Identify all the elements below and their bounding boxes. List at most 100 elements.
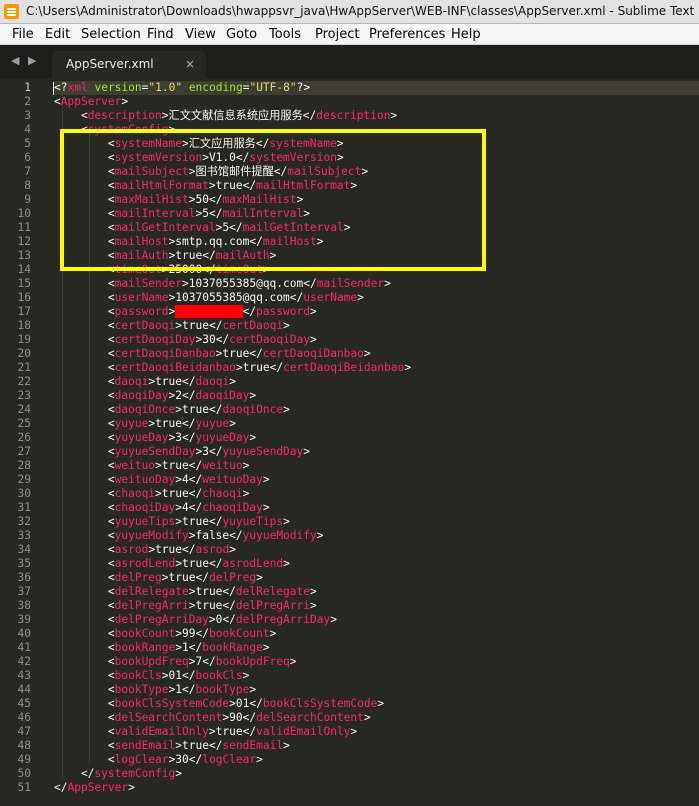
code-line[interactable]: 43 <bookCls>01</bookCls> <box>0 669 699 683</box>
code-line[interactable]: 38 <delPregArri>true</delPregArri> <box>0 599 699 613</box>
xml-tag-name: logClear <box>202 753 257 766</box>
xml-tag-name: daoqi <box>114 375 149 388</box>
xml-tag-name: certDaoqiDanbao <box>262 347 364 360</box>
code-line[interactable]: 16 <userName>1037055385@qq.com</userName… <box>0 291 699 305</box>
xml-tag-name: weituoDay <box>202 473 263 486</box>
xml-punctuation: </ <box>302 109 317 122</box>
line-number: 32 <box>17 515 31 528</box>
code-line[interactable]: 25 <yuyue>true</yuyue> <box>0 417 699 431</box>
code-text: <yuyueModify>false</yuyueModify> <box>54 529 699 543</box>
xml-tag-name: chaoqi <box>114 487 156 500</box>
code-line[interactable]: 39 <delPregArriDay>0</delPregArriDay> <box>0 613 699 627</box>
code-line[interactable]: 46 <delSearchContent>90</delSearchConten… <box>0 711 699 725</box>
xml-punctuation: > <box>175 557 182 570</box>
code-line[interactable]: 30 <chaoqi>true</chaoqi> <box>0 487 699 501</box>
line-number: 15 <box>17 277 31 290</box>
line-number: 2 <box>24 95 31 108</box>
code-line[interactable]: 50 </systemConfig> <box>0 767 699 781</box>
xml-tag-name: bookCount <box>114 627 176 640</box>
menu-project[interactable]: Project <box>315 27 359 42</box>
xml-punctuation: < <box>54 613 115 626</box>
line-number: 3 <box>24 109 31 122</box>
menu-file[interactable]: File <box>12 27 34 42</box>
xml-punctuation: </ <box>289 291 304 304</box>
menu-edit[interactable]: Edit <box>45 27 70 42</box>
tab-appserver-xml[interactable]: AppServer.xml × <box>52 51 206 78</box>
xml-text-value: true <box>182 403 209 416</box>
code-line[interactable]: 35 <asrodLend>true</asrodLend> <box>0 557 699 571</box>
code-text: <bookCls>01</bookCls> <box>54 669 699 683</box>
line-number: 45 <box>17 697 31 710</box>
xml-punctuation: < <box>54 277 115 290</box>
code-line[interactable]: 36 <delPreg>true</delPreg> <box>0 571 699 585</box>
code-line[interactable]: 31 <chaoqiDay>4</chaoqiDay> <box>0 501 699 515</box>
code-line[interactable]: 2 <AppServer> <box>0 95 699 109</box>
xml-punctuation: > <box>229 417 236 430</box>
xml-punctuation: </ <box>249 347 263 360</box>
xml-punctuation: > <box>208 725 216 738</box>
code-line[interactable]: 19 <certDaoqiDay>30</certDaoqiDay> <box>0 333 699 347</box>
code-line[interactable]: 29 <weituoDay>4</weituoDay> <box>0 473 699 487</box>
code-line[interactable]: 40 <bookCount>99</bookCount> <box>0 627 699 641</box>
line-number: 40 <box>17 627 31 640</box>
code-line[interactable]: 34 <asrod>true</asrod> <box>0 543 699 557</box>
left-arrow-icon[interactable]: ◀ <box>11 54 19 67</box>
xml-punctuation: > <box>262 473 270 486</box>
menu-selection[interactable]: Selection <box>81 27 141 42</box>
xml-punctuation: > <box>175 319 182 332</box>
code-line[interactable]: 32 <yuyueTips>true</yuyueTips> <box>0 515 699 529</box>
xml-text-value: true <box>161 487 189 500</box>
code-text: <userName>1037055385@qq.com</userName> <box>54 291 699 305</box>
menu-help[interactable]: Help <box>451 27 481 42</box>
code-line[interactable]: 51 </AppServer> <box>0 781 699 795</box>
code-line[interactable]: 23 <daoqiDay>2</daoqiDay> <box>0 389 699 403</box>
xml-punctuation: > <box>175 403 182 416</box>
right-arrow-icon[interactable]: ▶ <box>28 54 36 67</box>
line-number: 42 <box>17 655 31 668</box>
xml-text-value: 99 <box>182 627 196 640</box>
code-line[interactable]: 33 <yuyueModify>false</yuyueModify> <box>0 529 699 543</box>
xml-punctuation: </ <box>182 683 196 696</box>
code-line[interactable]: 21 <certDaoqiBeidanbao>true</certDaoqiBe… <box>0 361 699 375</box>
xml-punctuation: > <box>249 389 257 402</box>
line-number: 31 <box>17 501 31 514</box>
code-line[interactable]: 1 <?xml version="1.0" encoding="UTF-8"?> <box>0 81 699 95</box>
line-number: 13 <box>17 249 31 262</box>
menu-goto[interactable]: Goto <box>226 27 257 42</box>
xml-punctuation: </ <box>269 361 284 374</box>
code-line[interactable]: 45 <bookClsSystemCode>01</bookClsSystemC… <box>0 697 699 711</box>
line-number: 39 <box>17 613 31 626</box>
code-line[interactable]: 44 <bookType>1</bookType> <box>0 683 699 697</box>
code-line[interactable]: 42 <bookUpdFreq>7</bookUpdFreq> <box>0 655 699 669</box>
close-icon[interactable]: × <box>185 57 195 71</box>
menu-preferences[interactable]: Preferences <box>369 27 445 42</box>
xml-punctuation: < <box>54 641 115 654</box>
code-line[interactable]: 47 <validEmailOnly>true</validEmailOnly> <box>0 725 699 739</box>
xml-punctuation: > <box>155 487 162 500</box>
xml-text-value: true <box>182 739 209 752</box>
xml-tag-name: yuyue <box>195 417 230 430</box>
code-line[interactable]: 17 <password> </password> <box>0 305 699 319</box>
code-line[interactable]: 24 <daoqiOnce>true</daoqiOnce> <box>0 403 699 417</box>
code-line[interactable]: 41 <bookRange>1</bookRange> <box>0 641 699 655</box>
code-line[interactable]: 28 <weituo>true</weituo> <box>0 459 699 473</box>
code-text: <mailSender>1037055385@qq.com</mailSende… <box>54 277 699 291</box>
xml-punctuation: < <box>54 571 115 584</box>
code-line[interactable]: 27 <yuyueSendDay>3</yuyueSendDay> <box>0 445 699 459</box>
code-line[interactable]: 48 <sendEmail>true</sendEmail> <box>0 739 699 753</box>
code-line[interactable]: 49 <logClear>30</logClear> <box>0 753 699 767</box>
menu-tools[interactable]: Tools <box>269 27 301 42</box>
xml-text-value: true <box>168 571 196 584</box>
code-line[interactable]: 37 <delRelegate>true</delRelegate> <box>0 585 699 599</box>
code-line[interactable]: 3 <description>汇文文献信息系统应用服务</description… <box>0 109 699 123</box>
code-line[interactable]: 20 <certDaoqiDanbao>true</certDaoqiDanba… <box>0 347 699 361</box>
menu-view[interactable]: View <box>185 27 216 42</box>
code-line[interactable]: 18 <certDaoqi>true</certDaoqi> <box>0 319 699 333</box>
xml-punctuation: > <box>350 725 358 738</box>
line-number: 14 <box>17 263 31 276</box>
code-text: <sendEmail>true</sendEmail> <box>54 739 699 753</box>
menu-find[interactable]: Find <box>147 27 174 42</box>
code-line[interactable]: 15 <mailSender>1037055385@qq.com</mailSe… <box>0 277 699 291</box>
code-line[interactable]: 26 <yuyueDay>3</yuyueDay> <box>0 431 699 445</box>
code-line[interactable]: 22 <daoqi>true</daoqi> <box>0 375 699 389</box>
